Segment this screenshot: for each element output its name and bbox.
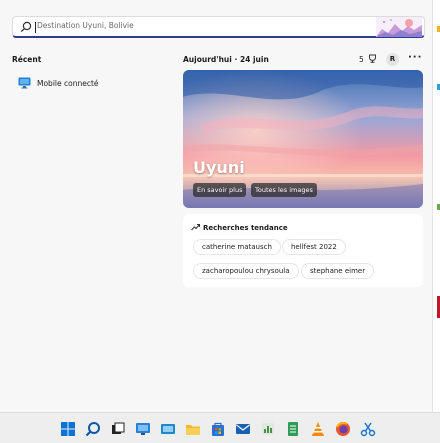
today-date: 24 juin	[239, 55, 269, 64]
learn-more-button[interactable]: En savoir plus	[193, 183, 247, 197]
more-options-icon[interactable]: ···	[408, 52, 422, 63]
trending-card: Recherches tendance catherine matausch h…	[183, 214, 423, 287]
search-highlight-illustration	[376, 17, 422, 37]
trending-item[interactable]: hellfest 2022	[282, 239, 346, 255]
separator-dot: ·	[234, 55, 238, 64]
trending-title: Recherches tendance	[203, 224, 288, 232]
all-images-button[interactable]: Toutes les images	[251, 183, 317, 197]
windows-start-icon[interactable]	[60, 421, 76, 437]
snipping-tool-icon[interactable]	[360, 421, 376, 437]
background-window-edge	[432, 0, 440, 412]
recent-heading: Récent	[12, 55, 42, 64]
firefox-icon[interactable]	[335, 421, 351, 437]
trending-item[interactable]: stephane eimer	[301, 263, 375, 279]
hero-card[interactable]: Uyuni En savoir plus Toutes les images	[183, 70, 423, 208]
search-icon[interactable]	[85, 421, 101, 437]
notes-icon[interactable]	[285, 421, 301, 437]
trending-heading: Recherches tendance	[191, 223, 288, 232]
avatar[interactable]: R	[386, 53, 399, 66]
app-icon[interactable]	[260, 421, 276, 437]
rewards-value: 5	[359, 55, 364, 64]
trending-item[interactable]: catherine matausch	[193, 239, 281, 255]
rewards-counter[interactable]: 5	[359, 54, 377, 64]
taskbar	[0, 412, 440, 443]
widgets-icon[interactable]	[135, 421, 151, 437]
today-label: Aujourd'hui	[183, 55, 232, 64]
recent-item-mobile[interactable]: Mobile connecté	[18, 77, 168, 91]
file-explorer-icon[interactable]	[185, 421, 201, 437]
edge-icon[interactable]	[160, 421, 176, 437]
trophy-icon	[369, 54, 377, 63]
search-icon	[20, 21, 32, 33]
text-caret	[35, 22, 36, 33]
trending-arrow-icon	[191, 224, 200, 231]
mail-icon[interactable]	[235, 421, 251, 437]
recent-item-label: Mobile connecté	[37, 79, 99, 88]
trending-item[interactable]: zacharopoulou chrysoula	[193, 263, 299, 279]
search-panel: Destination Uyuni, Bolivie Récent Mobile…	[0, 0, 432, 412]
vlc-icon[interactable]	[310, 421, 326, 437]
task-view-icon[interactable]	[110, 421, 126, 437]
hero-title: Uyuni	[193, 158, 245, 177]
monitor-icon	[18, 77, 31, 89]
search-box[interactable]: Destination Uyuni, Bolivie	[12, 16, 425, 38]
store-icon[interactable]	[210, 421, 226, 437]
today-heading: Aujourd'hui · 24 juin	[183, 55, 269, 64]
search-input[interactable]: Destination Uyuni, Bolivie	[37, 21, 134, 30]
